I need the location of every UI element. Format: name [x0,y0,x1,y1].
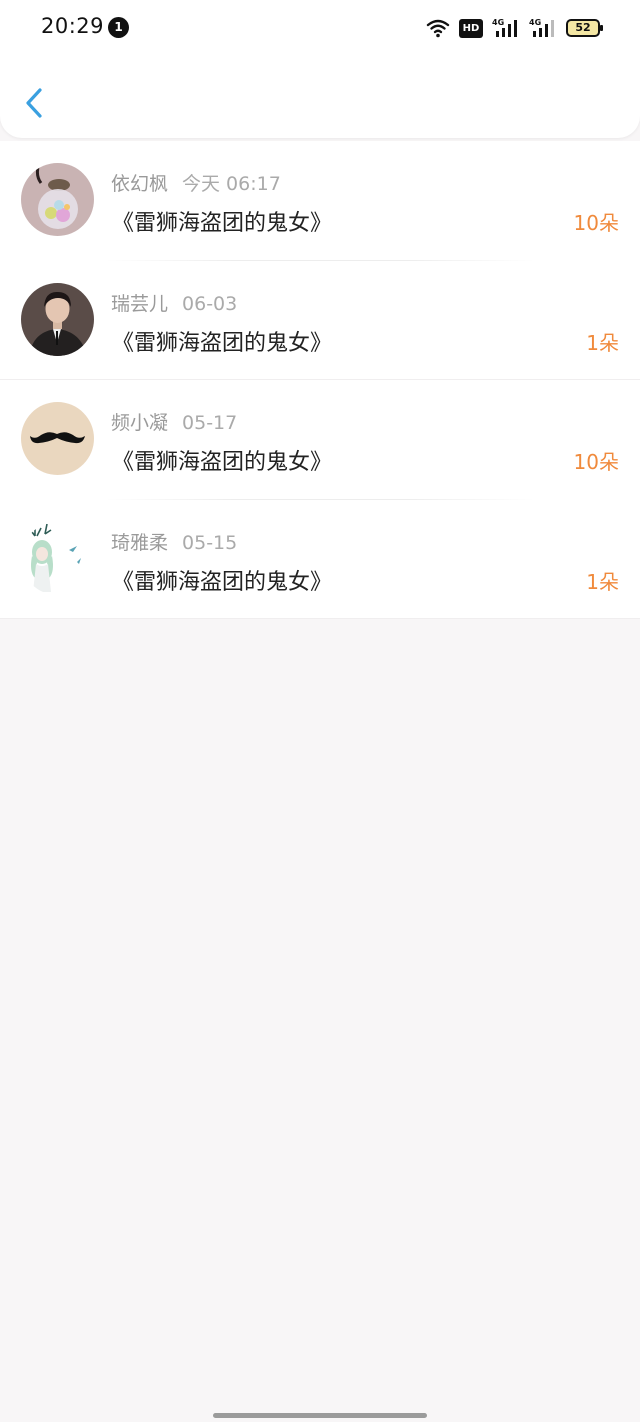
home-indicator[interactable] [213,1413,427,1418]
notification-badge: 1 [108,17,129,38]
username: 依幻枫 [111,173,169,195]
hd-voice-icon: HD [459,18,483,38]
signal-icon-2: 4G [529,18,554,37]
row-meta: 依幻枫 今天 06:17 [111,169,281,196]
wifi-icon [426,19,450,38]
status-time: 20:29 [41,14,105,38]
flower-count: 10朵 [573,211,619,235]
avatar[interactable] [21,282,94,356]
row-meta: 琦雅柔 05-15 [111,528,237,555]
list-item[interactable]: 依幻枫 今天 06:17 《雷狮海盗团的鬼女》 10朵 [0,141,640,261]
username: 琦雅柔 [111,531,169,554]
list-item[interactable]: 瑞芸儿 06-03 《雷狮海盗团的鬼女》 1朵 [0,260,640,380]
network-type-label: 4G [492,18,504,27]
anime-girl-avatar-image [21,521,94,595]
gift-date: 今天 06:17 [182,173,281,195]
list-item[interactable]: 频小凝 05-17 《雷狮海盗团的鬼女》 10朵 [0,380,640,500]
back-button[interactable] [20,84,50,124]
avatar[interactable] [21,521,94,595]
row-meta: 瑞芸儿 06-03 [111,289,237,316]
username: 频小凝 [111,412,169,434]
glass-bottle-avatar-image [21,163,94,236]
chevron-left-icon [26,88,42,118]
man-in-suit-avatar-image [21,282,94,356]
row-divider [0,618,640,619]
username: 瑞芸儿 [111,292,169,315]
row-meta: 频小凝 05-17 [111,408,237,435]
top-app-bar: 20:29 1 HD 4G 4G 52 [0,0,640,138]
status-icons: HD 4G 4G 52 [426,17,603,39]
mustache-avatar-image [21,402,94,475]
avatar[interactable] [21,402,94,475]
book-title: 《雷狮海盗团的鬼女》 [112,330,333,356]
book-title: 《雷狮海盗团的鬼女》 [112,569,333,595]
gift-date: 05-17 [182,412,238,434]
signal-icon-1: 4G [492,18,517,37]
flower-count: 1朵 [586,569,619,594]
list-item[interactable]: 琦雅柔 05-15 《雷狮海盗团的鬼女》 1朵 [0,499,640,619]
battery-icon: 52 [566,19,603,37]
gift-date: 06-03 [182,292,238,315]
avatar[interactable] [21,163,94,236]
book-title: 《雷狮海盗团的鬼女》 [112,450,333,475]
book-title: 《雷狮海盗团的鬼女》 [112,211,333,236]
gift-date: 05-15 [182,531,238,554]
flower-gift-list: 依幻枫 今天 06:17 《雷狮海盗团的鬼女》 10朵 瑞芸儿 06-03 《雷狮海… [0,141,640,619]
network-type-label: 4G [529,18,541,27]
flower-count: 10朵 [573,450,619,474]
status-bar: 20:29 1 HD 4G 4G 52 [0,0,640,56]
flower-count: 1朵 [586,330,619,355]
